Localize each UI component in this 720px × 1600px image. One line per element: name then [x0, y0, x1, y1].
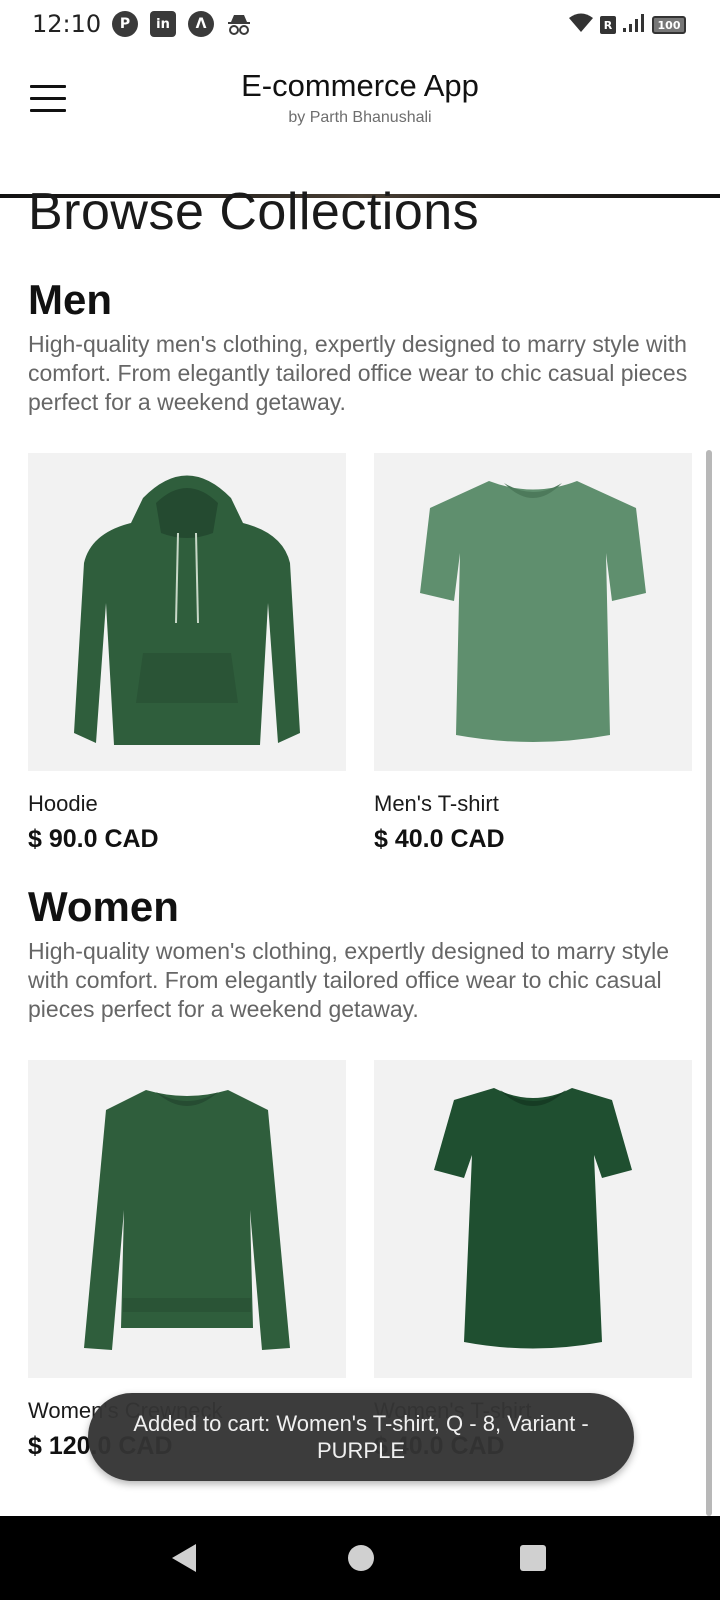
toast-message: Added to cart: Women's T-shirt, Q - 8, V… — [88, 1393, 634, 1481]
signal-icon — [622, 13, 646, 37]
status-time: 12:10 — [32, 10, 102, 38]
product-image-mens-tshirt[interactable] — [374, 453, 692, 771]
app-bar: E-commerce App by Parth Bhanushali — [0, 50, 720, 198]
roaming-badge: R — [600, 16, 616, 34]
incognito-icon — [226, 11, 252, 37]
product-price: $ 90.0 CAD — [28, 825, 159, 853]
section-title-women: Women — [28, 883, 179, 930]
pinterest-icon: P — [112, 11, 138, 37]
product-name: Men's T-shirt — [374, 791, 499, 816]
section-title-men: Men — [28, 276, 112, 323]
recents-icon[interactable] — [520, 1545, 546, 1571]
status-bar: 12:10 P in Λ R 100 — [0, 0, 720, 50]
linkedin-icon: in — [150, 11, 176, 37]
section-description-men: High-quality men's clothing, expertly de… — [28, 331, 688, 415]
app-subtitle: by Parth Bhanushali — [288, 109, 432, 126]
arch-icon: Λ — [188, 11, 214, 37]
product-price: $ 40.0 CAD — [374, 825, 505, 853]
product-card-mens-tshirt[interactable]: Men's T-shirt $ 40.0 CAD — [374, 453, 692, 854]
home-icon[interactable] — [348, 1545, 374, 1571]
product-image-hoodie[interactable] — [28, 453, 346, 771]
page-title: Browse Collections — [28, 183, 480, 241]
product-image-womens-tshirt[interactable] — [374, 1060, 692, 1378]
product-name: Hoodie — [28, 791, 98, 816]
product-card-hoodie[interactable]: Hoodie $ 90.0 CAD — [28, 453, 346, 854]
content-scroll-area[interactable]: Browse Collections Men High-quality men'… — [0, 148, 720, 1516]
system-nav-bar — [0, 1516, 720, 1600]
back-icon[interactable] — [172, 1544, 196, 1572]
product-image-womens-crewneck[interactable] — [28, 1060, 346, 1378]
notification-icons: P in Λ — [112, 11, 252, 37]
system-icons: R 100 — [568, 12, 686, 38]
wifi-icon — [568, 12, 594, 38]
app-title: E-commerce App — [241, 68, 479, 103]
battery-icon: 100 — [652, 16, 686, 34]
section-description-women: High-quality women's clothing, expertly … — [28, 938, 670, 1022]
scrollbar[interactable] — [706, 450, 712, 1516]
